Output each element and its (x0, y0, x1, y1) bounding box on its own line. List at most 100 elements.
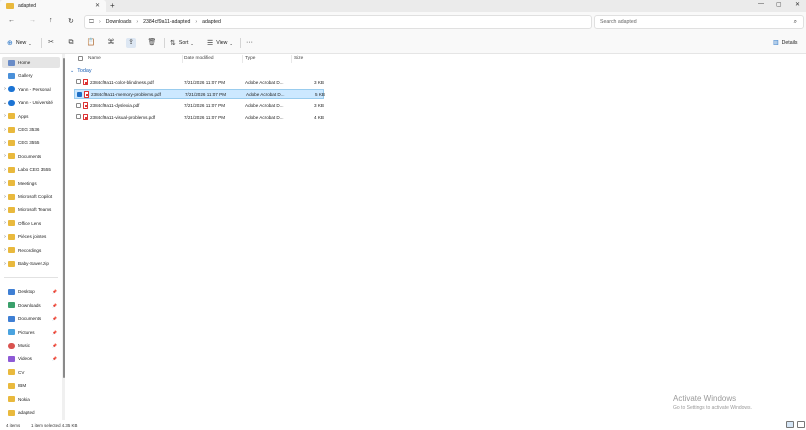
sidebar-item-apps[interactable]: › Apps (2, 111, 60, 122)
column-header-date[interactable]: Date modified (184, 56, 214, 61)
pin-icon[interactable]: 📌 (52, 356, 57, 361)
pin-icon[interactable]: 📌 (52, 303, 57, 308)
sidebar-item-home[interactable]: Home (2, 57, 60, 68)
group-header-today[interactable]: ⌄ Today (70, 68, 92, 74)
sidebar-item-music[interactable]: Music 📌 (2, 340, 60, 351)
sidebar-item-downloads[interactable]: Downloads 📌 (2, 300, 60, 311)
row-checkbox[interactable] (77, 91, 82, 97)
command-bar: ⊕ New ⌄ ✂ ⧉ 📋 ⌘ ⇪ 🗑 ⇅ Sort ⌄ ☰ View ⌄ ··… (0, 32, 806, 54)
tab-label: adapted (18, 3, 37, 9)
breadcrumb-downloads[interactable]: Downloads (106, 19, 132, 25)
details-button[interactable]: ▥ Details (773, 39, 798, 47)
sidebar-item-ceg-3555[interactable]: › CEG 3555 (2, 137, 60, 148)
close-tab-icon[interactable]: ✕ (95, 2, 100, 9)
sidebar-scrollbar[interactable] (62, 54, 65, 420)
details-view-toggle[interactable] (786, 421, 794, 428)
sidebar-item-meetings[interactable]: › Meetings (2, 178, 60, 189)
sort-button[interactable]: ⇅ Sort ⌄ (170, 39, 194, 47)
tiles-view-toggle[interactable] (797, 421, 805, 428)
column-header-type[interactable]: Type (245, 56, 255, 61)
up-icon[interactable]: ↑ (49, 17, 53, 24)
purple-icon (8, 355, 15, 362)
scrollbar-thumb[interactable] (62, 58, 65, 378)
address-bar[interactable]: 🖵 › Downloads › 2384cf9a11-adapted › ada… (84, 15, 592, 29)
row-checkbox[interactable] (76, 114, 81, 120)
new-button[interactable]: ⊕ New ⌄ (7, 39, 32, 47)
column-header-name[interactable]: Name (88, 56, 101, 61)
column-header-size[interactable]: Size (294, 56, 303, 61)
chevron-right-icon[interactable]: › (99, 19, 101, 25)
chevron-right-icon[interactable]: › (136, 19, 138, 25)
new-tab-button[interactable]: + (110, 1, 115, 10)
sidebar-item-ceg-3536[interactable]: › CEG 3536 (2, 124, 60, 135)
sidebar-item-adapted[interactable]: adapted (2, 407, 60, 418)
file-row[interactable]: 2384cf9a11-memory-problems.pdf 7/21/2026 … (74, 88, 325, 99)
pin-icon[interactable]: 📌 (52, 316, 57, 321)
sidebar-item-yann-universit-[interactable]: ⌄ Yann - Université (2, 97, 60, 108)
copy-icon[interactable]: ⧉ (66, 38, 76, 48)
close-window-icon[interactable]: ✕ (795, 1, 800, 8)
pdf-file-icon (83, 113, 88, 121)
forward-icon[interactable]: → (29, 17, 36, 24)
toolbar-divider (41, 38, 42, 48)
breadcrumb-current[interactable]: adapted (202, 19, 221, 25)
folder-icon (8, 206, 15, 213)
select-all-checkbox[interactable] (78, 56, 83, 61)
back-icon[interactable]: ← (8, 17, 15, 24)
row-checkbox[interactable] (76, 79, 81, 84)
breadcrumb-parent[interactable]: 2384cf9a11-adapted (143, 19, 190, 25)
chevron-down-icon: ⌄ (28, 40, 32, 46)
file-row[interactable]: 2384cf9a11-dyslexia.pdf 7/21/2026 11:07 P… (74, 101, 324, 111)
file-name: 2384cf9a11-color-blindness.pdf (90, 79, 154, 85)
folder-icon (8, 126, 15, 133)
sidebar-item-documents[interactable]: › Documents (2, 151, 60, 162)
sidebar-item-yann-personal[interactable]: › Yann - Personal (2, 84, 60, 95)
more-options-button[interactable]: ··· (246, 39, 253, 46)
tab-adapted[interactable]: adapted ✕ (0, 0, 106, 12)
chevron-down-icon: ⌄ (70, 68, 75, 74)
pc-icon[interactable]: 🖵 (89, 19, 94, 26)
pin-icon[interactable]: 📌 (52, 289, 57, 294)
sidebar-item-documents[interactable]: Documents 📌 (2, 313, 60, 324)
view-button[interactable]: ☰ View ⌄ (207, 39, 233, 47)
search-input[interactable]: Search adapted ⌕ (594, 15, 804, 29)
cut-icon[interactable]: ✂ (46, 38, 56, 48)
share-icon[interactable]: ⇪ (126, 38, 136, 48)
row-checkbox[interactable] (76, 102, 81, 108)
sidebar-item-pictures[interactable]: Pictures 📌 (2, 327, 60, 338)
sidebar-item-recordings[interactable]: › Recordings (2, 245, 60, 256)
rename-icon[interactable]: ⌘ (106, 38, 116, 48)
sidebar-item-label: CV (18, 369, 25, 375)
sidebar-item-label: Home (18, 60, 31, 65)
sidebar-item-label: Videos (18, 356, 32, 362)
sidebar-item-gallery[interactable]: Gallery (2, 70, 60, 81)
sidebar-item-nokia[interactable]: Nokia (2, 394, 60, 405)
minimize-icon[interactable]: — (758, 1, 764, 7)
file-row[interactable]: 2384cf9a11-visual-problems.pdf 7/21/2026 … (74, 112, 324, 122)
sidebar-item-baby-saver-zip[interactable]: › Baby-Saver.zip (2, 258, 60, 269)
sidebar-item-microsoft-copilot[interactable]: › Microsoft Copilot (2, 191, 60, 202)
sidebar-item-cv[interactable]: CV (2, 367, 60, 378)
sidebar-item-pi-ces-jointes[interactable]: › Pièces jointes (2, 231, 60, 242)
pin-icon[interactable]: 📌 (52, 343, 57, 348)
folder-icon (8, 409, 15, 416)
file-row[interactable]: 2384cf9a11-color-blindness.pdf 7/21/2026 … (74, 77, 324, 87)
chevron-right-icon[interactable]: › (195, 19, 197, 25)
pin-icon[interactable]: 📌 (52, 330, 57, 335)
sidebar-item-desktop[interactable]: Desktop 📌 (2, 286, 60, 297)
delete-icon[interactable]: 🗑 (147, 38, 157, 48)
details-label: Details (781, 39, 798, 46)
column-divider[interactable] (291, 55, 292, 63)
sidebar-item-videos[interactable]: Videos 📌 (2, 353, 60, 364)
column-divider[interactable] (242, 55, 243, 63)
column-divider[interactable] (182, 55, 183, 63)
maximize-icon[interactable]: ▢ (776, 1, 782, 8)
view-icon: ☰ (207, 40, 214, 47)
sidebar-item-labo-ceg-3555[interactable]: › Labo CEG 3555 (2, 164, 60, 175)
sidebar-item-ibm[interactable]: IBM (2, 380, 60, 391)
sidebar-item-microsoft-teams[interactable]: › Microsoft Teams (2, 204, 60, 215)
search-icon[interactable]: ⌕ (794, 19, 797, 26)
sidebar-item-office-lens[interactable]: › Office Lens (2, 218, 60, 229)
refresh-icon[interactable]: ↻ (68, 17, 74, 25)
paste-icon[interactable]: 📋 (86, 38, 96, 48)
